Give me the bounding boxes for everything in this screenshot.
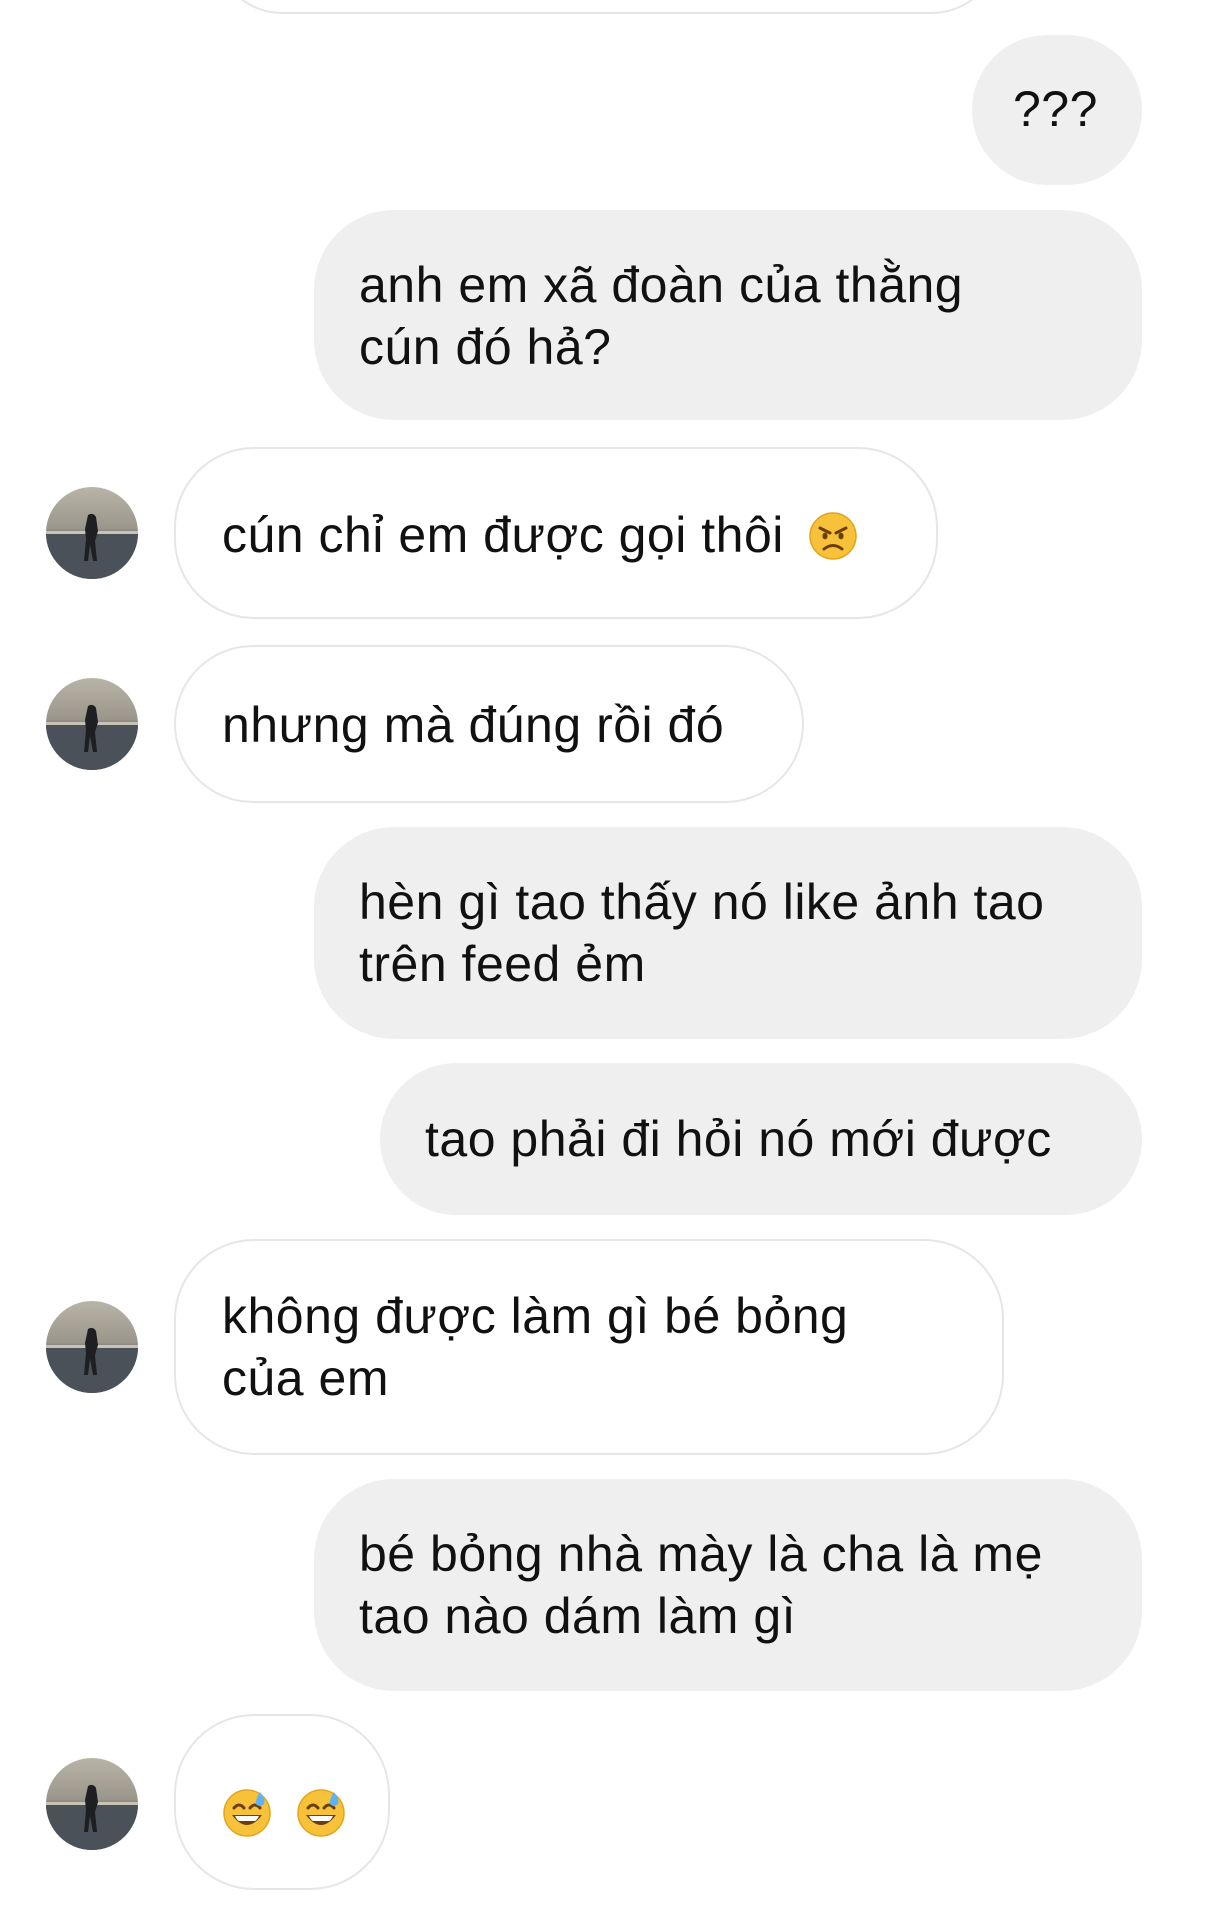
message-text: trên feed ẻm (359, 936, 646, 992)
person-silhouette-icon (46, 704, 138, 770)
contact-avatar[interactable] (46, 678, 138, 770)
message-text: tao phải đi hỏi nó mới được (425, 1111, 1052, 1167)
message-text: cún đó hả? (359, 319, 612, 375)
message-text: hèn gì tao thấy nó like ảnh tao (359, 874, 1045, 930)
message-thread[interactable]: ??? anh em xã đoàn của thằng cún đó hả? … (0, 0, 1206, 1920)
contact-avatar[interactable] (46, 1301, 138, 1393)
grinning-sweat-face-icon (297, 1789, 346, 1837)
message-text: tao nào dám làm gì (359, 1588, 797, 1644)
incoming-message[interactable]: nhưng mà đúng rồi đó (174, 645, 804, 803)
outgoing-message[interactable]: tao phải đi hỏi nó mới được (380, 1063, 1142, 1215)
incoming-message[interactable]: không được làm gì bé bỏng của em (174, 1239, 1004, 1455)
message-text: của em (222, 1350, 389, 1406)
message-text: anh em xã đoàn của thằng (359, 257, 964, 313)
incoming-message[interactable] (174, 1714, 390, 1890)
outgoing-message[interactable]: hèn gì tao thấy nó like ảnh tao trên fee… (314, 827, 1142, 1039)
grinning-sweat-face-icon (223, 1789, 271, 1837)
outgoing-message[interactable]: bé bỏng nhà mày là cha là mẹ tao nào dám… (314, 1479, 1142, 1691)
message-text: nhưng mà đúng rồi đó (222, 697, 725, 753)
person-silhouette-icon (46, 513, 138, 579)
outgoing-message[interactable]: anh em xã đoàn của thằng cún đó hả? (314, 210, 1142, 420)
person-silhouette-icon (46, 1327, 138, 1393)
contact-avatar[interactable] (46, 487, 138, 579)
message-text: không được làm gì bé bỏng (222, 1288, 849, 1344)
contact-avatar[interactable] (46, 1758, 138, 1850)
outgoing-message[interactable]: ??? (972, 35, 1142, 185)
message-text: bé bỏng nhà mày là cha là mẹ (359, 1526, 1043, 1582)
incoming-message[interactable]: cún chỉ em được gọi thôi (174, 447, 938, 619)
previous-message-bubble (215, 0, 999, 14)
angry-face-icon (809, 512, 858, 560)
message-text: ??? (1013, 81, 1098, 137)
message-text: cún chỉ em được gọi thôi (222, 507, 784, 563)
person-silhouette-icon (46, 1784, 138, 1850)
